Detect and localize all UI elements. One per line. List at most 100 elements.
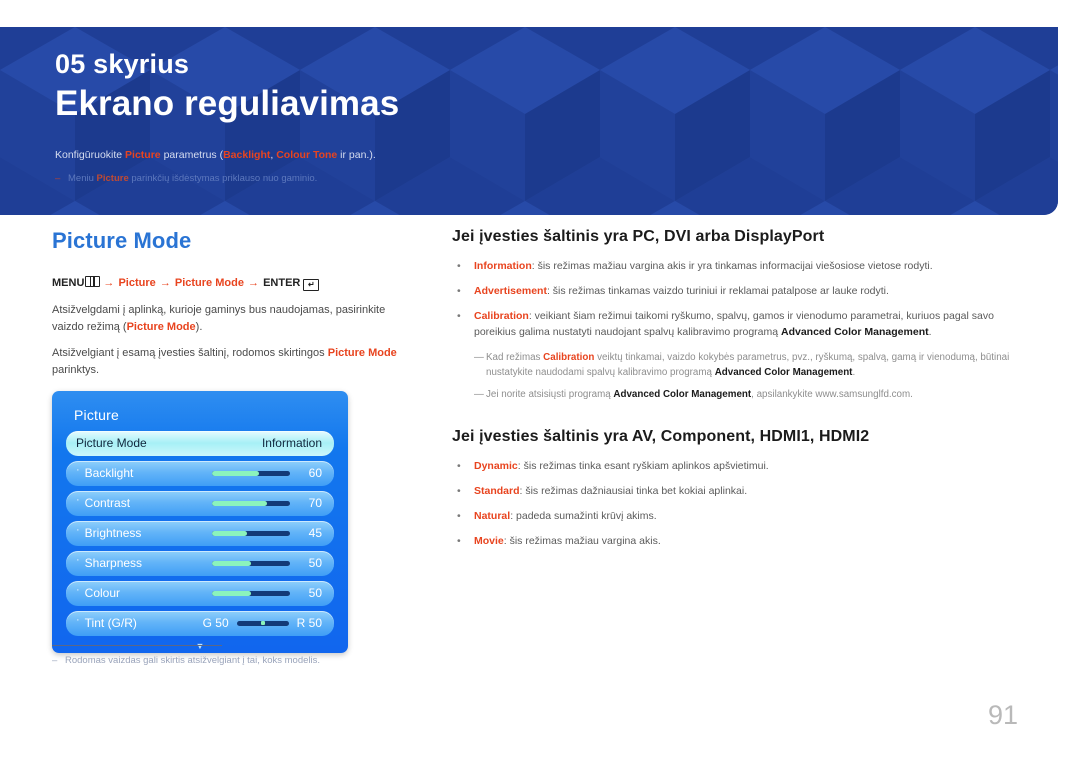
- bullet-term: Calibration: [474, 309, 529, 322]
- subnote-bold-tail: Advanced Color Management: [613, 389, 752, 401]
- header-desc-post: ir pan.).: [337, 148, 376, 161]
- bullet-term: Dynamic: [474, 460, 518, 473]
- header-note: ‒ Meniu Picture parinkčių išdėstymas prik…: [55, 172, 1058, 186]
- osd-row-label: Sharpness: [84, 556, 143, 571]
- subnote-bold-tail: Advanced Color Management: [714, 366, 853, 378]
- osd-row-label: Colour: [84, 586, 121, 601]
- header-desc-keyword-picture: Picture: [125, 148, 161, 161]
- right-column: Jei įvesties šaltinis yra PC, DVI arba D…: [452, 228, 1038, 559]
- bullet-item: • Calibration: veikiant šiam režimui taik…: [452, 309, 1038, 341]
- osd-row-label: Brightness: [84, 526, 142, 541]
- bullet-text: Dynamic: šis režimas tinka esant ryškiam…: [474, 460, 769, 473]
- osd-slider[interactable]: [212, 560, 290, 566]
- chapter-number: 05 skyrius: [55, 49, 190, 79]
- osd-row-brightness[interactable]: · Brightness 45: [66, 520, 334, 546]
- enter-return-icon: ↵: [303, 279, 320, 291]
- bullet-list-av-sources: • Dynamic: šis režimas tinka esant ryškia…: [452, 459, 1038, 550]
- bullet-item: • Information: šis režimas mažiau vargina…: [452, 259, 1038, 275]
- osd-row-value: 60: [308, 466, 322, 481]
- osd-bullet-icon: ·: [76, 463, 80, 476]
- osd-bullet-icon: ·: [76, 583, 80, 596]
- subnote-text: Kad režimas Calibration veiktų tinkamai,…: [486, 351, 1010, 378]
- path-item-picture-mode: Picture Mode: [174, 277, 244, 289]
- left-paragraph-2: Atsižvelgiant į esamą įvesties šaltinį, …: [52, 345, 417, 378]
- tint-green-value: G 50: [202, 616, 229, 631]
- subnote-item: — Jei norite atsisiųsti programą Advanced…: [474, 387, 1038, 402]
- tint-red-value: R 50: [296, 616, 322, 631]
- bullet-term: Information: [474, 260, 532, 272]
- menu-navigation-path: MENU → Picture → Picture Mode → ENTER ↵: [52, 276, 417, 291]
- bullet-text: Movie: šis režimas mažiau vargina akis.: [474, 535, 661, 548]
- tint-control[interactable]: G 50 R 50: [203, 616, 322, 630]
- osd-slider[interactable]: [212, 470, 290, 476]
- osd-slider-fill: [212, 500, 267, 506]
- bullet-text: Advertisement: šis režimas tinkamas vaiz…: [474, 284, 889, 297]
- bullet-marker-icon: •: [457, 485, 461, 498]
- header-note-pre: Meniu: [68, 173, 97, 185]
- left-paragraph-1-pre: Atsižvelgdami į aplinką, kurioje gaminys…: [52, 304, 386, 333]
- path-item-picture: Picture: [118, 277, 156, 289]
- footnote-divider: [52, 645, 222, 646]
- header-desc-keyword-backlight: Backlight: [223, 148, 271, 161]
- page-title: Picture Mode: [52, 228, 192, 253]
- subnote-item: — Kad režimas Calibration veiktų tinkamai…: [474, 350, 1038, 380]
- osd-bullet-icon: ·: [76, 553, 80, 566]
- osd-picture-menu[interactable]: Picture Picture Mode Information · Backli…: [52, 390, 348, 653]
- osd-row-sharpness[interactable]: · Sharpness 50: [66, 550, 334, 576]
- left-paragraph-2-post: parinktys.: [52, 364, 100, 377]
- osd-row-contrast[interactable]: · Contrast 70: [66, 490, 334, 516]
- menu-label: MENU: [52, 277, 85, 289]
- page-number: 91: [987, 700, 1018, 730]
- osd-slider-fill: [212, 530, 248, 536]
- footnote-body: Rodomas vaizdas gali skirtis atsižvelgia…: [65, 655, 321, 666]
- bullet-text: Calibration: veikiant šiam režimui taiko…: [474, 309, 994, 338]
- bullet-marker-icon: •: [457, 284, 461, 297]
- bullet-item: • Advertisement: šis režimas tinkamas vai…: [452, 284, 1038, 300]
- osd-slider[interactable]: [212, 590, 290, 596]
- osd-row-label: Tint (G/R): [84, 616, 137, 631]
- path-arrow-1: →: [103, 277, 115, 289]
- bullet-term: Natural: [474, 510, 511, 523]
- tint-slider[interactable]: [236, 620, 289, 626]
- left-paragraph-1-keyword: Picture Mode: [126, 320, 196, 333]
- bullet-marker-icon: •: [457, 309, 461, 322]
- osd-bullet-icon: ·: [76, 493, 80, 506]
- bullet-marker-icon: •: [457, 510, 461, 523]
- osd-row-label: Backlight: [84, 466, 134, 481]
- osd-bullet-icon: ·: [76, 523, 80, 536]
- subnote-text: Jei norite atsisiųsti programą Advanced …: [486, 389, 913, 401]
- left-paragraph-1-post: ).: [195, 320, 203, 333]
- bullet-marker-icon: •: [457, 460, 461, 473]
- osd-slider-fill: [212, 590, 251, 596]
- bullet-term: Standard: [474, 485, 520, 498]
- bullet-item: • Movie: šis režimas mažiau vargina akis.: [452, 534, 1038, 550]
- bullet-bold-tail: Advanced Color Management: [781, 325, 929, 338]
- osd-slider-fill: [212, 560, 251, 566]
- left-column: Picture Mode MENU → Picture → Picture Mod…: [52, 228, 417, 653]
- subnote-term: Calibration: [543, 351, 595, 363]
- osd-row-value: 50: [308, 556, 322, 571]
- header-desc-pre: Konfigūruokite: [55, 148, 126, 161]
- osd-row-backlight[interactable]: · Backlight 60: [66, 460, 334, 486]
- tint-slider-knob[interactable]: [260, 621, 265, 626]
- osd-slider[interactable]: [212, 530, 290, 536]
- bullet-item: • Standard: šis režimas dažniausiai tinka…: [452, 484, 1038, 500]
- chapter-title: Ekrano reguliavimas: [55, 83, 400, 123]
- left-paragraph-1: Atsižvelgdami į aplinką, kurioje gaminys…: [52, 302, 417, 335]
- bullet-text: Information: šis režimas mažiau vargina …: [474, 260, 933, 272]
- bullet-text: Standard: šis režimas dažniausiai tinka …: [474, 485, 748, 498]
- osd-row-tint[interactable]: · Tint (G/R) G 50 R 50: [66, 610, 334, 636]
- right-heading-1: Jei įvesties šaltinis yra PC, DVI arba D…: [452, 228, 825, 245]
- osd-slider[interactable]: [212, 500, 290, 506]
- osd-row-picture-mode[interactable]: Picture Mode Information: [66, 430, 334, 456]
- osd-row-value: 45: [308, 526, 322, 541]
- osd-slider-rows: · Backlight 60 · Contrast 70 · Brightness 45 · Sha…: [66, 460, 334, 606]
- osd-row-colour[interactable]: · Colour 50: [66, 580, 334, 606]
- header-desc-keyword-colour-tone: Colour Tone: [276, 148, 338, 161]
- osd-row-value: Information: [261, 436, 322, 451]
- left-paragraph-2-pre: Atsižvelgiant į esamą įvesties šaltinį, …: [52, 347, 328, 360]
- header-note-dash: ‒: [55, 173, 61, 185]
- header-description: Konfigūruokite Picture parametrus (Backl…: [55, 148, 1058, 164]
- subnote-dash-icon: —: [474, 351, 484, 363]
- bullet-term: Advertisement: [474, 284, 547, 297]
